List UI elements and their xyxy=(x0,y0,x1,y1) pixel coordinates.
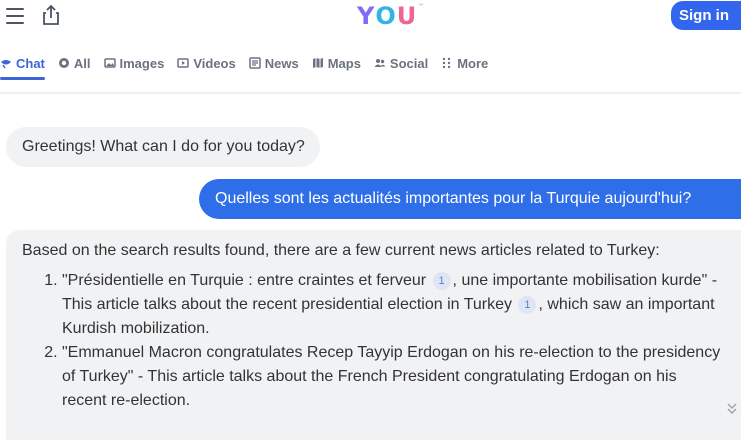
you-logo[interactable]: Y O U ™ xyxy=(357,2,423,30)
tab-news[interactable]: News xyxy=(248,50,299,76)
answer-item-text: "Présidentielle en Turquie : entre crain… xyxy=(62,272,427,289)
tab-label: Social xyxy=(389,55,429,71)
user-message: Quelles sont les actualités importantes … xyxy=(199,179,741,219)
list-item: "Emmanuel Macron congratulates Recep Tay… xyxy=(62,341,725,413)
tab-all[interactable]: All xyxy=(58,50,91,76)
tab-label: Maps xyxy=(327,55,361,71)
chat-icon xyxy=(0,57,12,69)
tab-images[interactable]: Images xyxy=(103,50,165,76)
videos-icon xyxy=(177,57,190,69)
tab-social[interactable]: Social xyxy=(374,50,428,76)
tab-label: Chat xyxy=(16,55,45,71)
tab-chat[interactable]: Chat xyxy=(0,50,45,80)
search-icon xyxy=(58,57,70,69)
bot-greeting-message: Greetings! What can I do for you today? xyxy=(6,127,320,167)
news-icon xyxy=(248,57,261,69)
tab-label: News xyxy=(264,55,299,71)
answer-intro: Based on the search results found, there… xyxy=(22,242,660,259)
tab-more[interactable]: More xyxy=(441,50,488,76)
logo-letter-o: O xyxy=(375,2,397,30)
tab-videos[interactable]: Videos xyxy=(177,50,236,76)
citation-badge[interactable]: 1 xyxy=(432,272,451,290)
share-icon[interactable] xyxy=(40,4,62,26)
logo-letter-u: U xyxy=(396,2,418,30)
people-icon xyxy=(374,57,386,69)
logo-trademark: ™ xyxy=(418,3,424,9)
bot-answer-message: Based on the search results found, there… xyxy=(6,230,741,440)
tab-label: Images xyxy=(119,55,165,71)
citation-badge[interactable]: 1 xyxy=(518,296,537,314)
map-icon xyxy=(312,57,324,69)
top-bar: Y O U ™ Sign in xyxy=(0,0,741,34)
grid-dots-icon xyxy=(441,57,453,69)
tab-label: More xyxy=(457,55,489,71)
logo-letter-y: Y xyxy=(357,2,376,30)
tab-label: All xyxy=(73,55,91,71)
images-icon xyxy=(103,57,116,69)
menu-icon[interactable] xyxy=(6,8,24,24)
sign-in-button[interactable]: Sign in xyxy=(671,1,741,30)
scroll-down-icon[interactable] xyxy=(727,402,737,416)
answer-list: "Présidentielle en Turquie : entre crain… xyxy=(22,269,725,413)
search-tabs: Chat All Images Videos News Maps Social … xyxy=(0,50,501,84)
tab-label: Videos xyxy=(193,55,236,71)
tab-maps[interactable]: Maps xyxy=(312,50,361,76)
list-item: "Présidentielle en Turquie : entre crain… xyxy=(62,269,725,341)
header-divider xyxy=(0,92,741,95)
